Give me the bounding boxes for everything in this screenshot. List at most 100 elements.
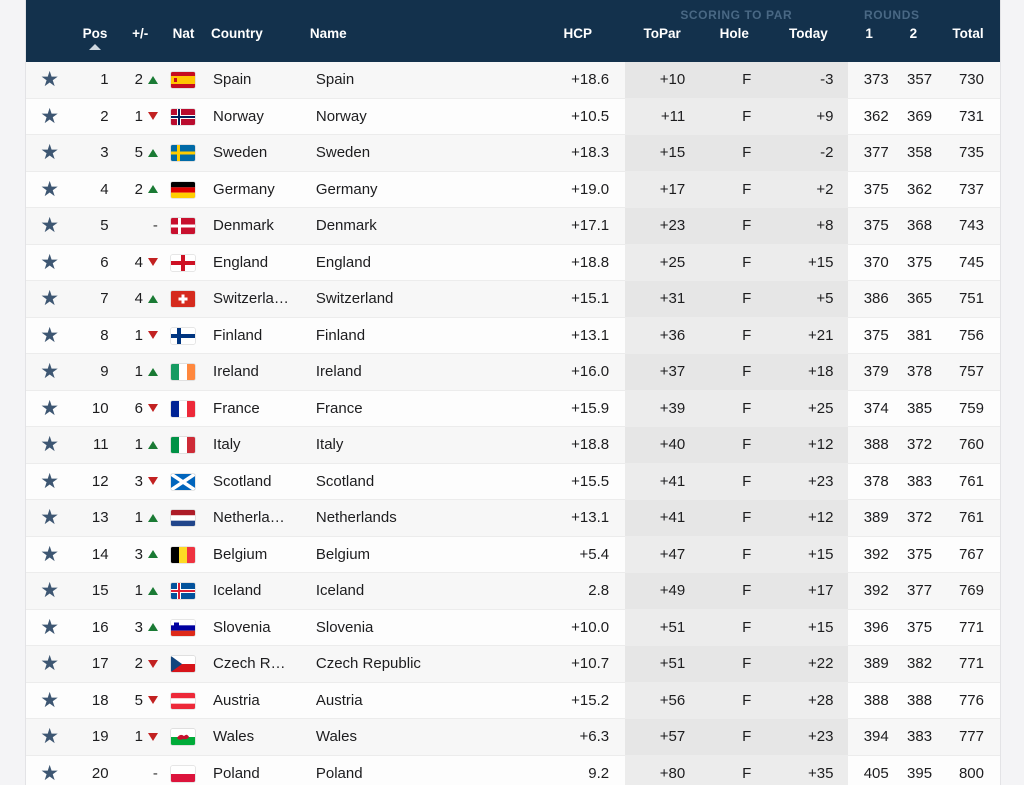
star-icon[interactable]: ★	[40, 580, 59, 601]
cell-hole: F	[699, 682, 770, 719]
favorite-star-icon[interactable]: ★	[26, 755, 74, 785]
column-header-nat[interactable]: Nat	[163, 22, 204, 62]
favorite-star-icon[interactable]: ★	[26, 280, 74, 318]
star-icon[interactable]: ★	[40, 142, 59, 163]
favorite-star-icon[interactable]: ★	[26, 390, 74, 427]
cell-round-1: 405	[847, 755, 891, 785]
table-row[interactable]: ★ 1 2 Spain Spain +18.6 +10 F -3 373 357 730	[26, 62, 1000, 99]
star-icon[interactable]: ★	[40, 252, 59, 273]
table-row[interactable]: ★ 11 1 Italy Italy +18.8 +40 F +12 388 372 760	[26, 426, 1000, 464]
favorite-star-icon[interactable]: ★	[26, 645, 74, 683]
star-icon[interactable]: ★	[40, 106, 59, 127]
cell-name: Wales	[301, 718, 531, 756]
cell-round-2: 362	[890, 171, 937, 208]
change-value: 4	[134, 253, 143, 271]
column-header-name[interactable]: Name	[301, 22, 531, 62]
table-row[interactable]: ★ 8 1 Finland Finland +13.1 +36 F +21 375 381 756	[26, 317, 1000, 354]
table-row[interactable]: ★ 3 5 Sweden Sweden +18.3 +15 F -2 377 358 735	[26, 134, 1000, 172]
cell-total: 760	[936, 426, 1000, 464]
change-indicator: 2	[135, 71, 158, 88]
cell-hole: F	[699, 536, 770, 573]
table-row[interactable]: ★ 5- Denmark Denmark +17.1 +23 F +8 375 368 743	[26, 207, 1000, 245]
star-icon[interactable]: ★	[40, 288, 59, 309]
arrow-up-icon	[147, 294, 158, 303]
favorite-star-icon[interactable]: ★	[26, 718, 74, 756]
favorite-star-icon[interactable]: ★	[26, 499, 74, 537]
column-header-topar[interactable]: ToPar	[625, 22, 700, 62]
cell-nationality	[163, 317, 204, 354]
favorite-star-icon[interactable]: ★	[26, 62, 74, 99]
star-icon[interactable]: ★	[40, 325, 59, 346]
column-header-round-2[interactable]: 2	[890, 22, 937, 62]
table-row[interactable]: ★ 19 1 Wales Wales +6.3 +57 F +23 394 383 777	[26, 718, 1000, 756]
favorite-star-icon[interactable]: ★	[26, 134, 74, 172]
star-icon[interactable]: ★	[40, 653, 59, 674]
cell-position: 14	[73, 536, 117, 573]
cell-total: 761	[936, 499, 1000, 537]
cell-hole: F	[699, 718, 770, 756]
cell-change: 1	[116, 426, 164, 464]
favorite-star-icon[interactable]: ★	[26, 572, 74, 610]
table-row[interactable]: ★ 18 5 Austria Austria +15.2 +56 F +28 388 388 776	[26, 682, 1000, 719]
table-row[interactable]: ★ 7 4 Switzerla… Switzerland +15.1 +31 F +5 386 36…	[26, 280, 1000, 318]
cell-change: 4	[116, 244, 164, 281]
favorite-star-icon[interactable]: ★	[26, 426, 74, 464]
favorite-star-icon[interactable]: ★	[26, 536, 74, 573]
column-header-pos[interactable]: Pos	[73, 22, 117, 62]
star-icon[interactable]: ★	[40, 690, 59, 711]
column-header-round-1[interactable]: 1	[847, 22, 891, 62]
cell-change: 1	[116, 572, 164, 610]
star-icon[interactable]: ★	[40, 544, 59, 565]
table-row[interactable]: ★ 2 1 Norway Norway +10.5 +11 F +9 362 369 731	[26, 98, 1000, 135]
favorite-star-icon[interactable]: ★	[26, 682, 74, 719]
column-header-total[interactable]: Total	[936, 22, 1000, 62]
table-row[interactable]: ★ 10 6 France France +15.9 +39 F +25 374 385 759	[26, 390, 1000, 427]
table-header: SCORING TO PAR ROUNDS Pos +/- Nat Countr…	[26, 0, 1000, 62]
cell-name: Denmark	[301, 207, 531, 245]
arrow-down-icon	[147, 696, 158, 705]
column-header-country[interactable]: Country	[203, 22, 302, 62]
favorite-star-icon[interactable]: ★	[26, 353, 74, 391]
table-row[interactable]: ★ 14 3 Belgium Belgium +5.4 +47 F +15 392 375 767	[26, 536, 1000, 573]
favorite-star-icon[interactable]: ★	[26, 207, 74, 245]
table-row[interactable]: ★ 4 2 Germany Germany +19.0 +17 F +2 375 362 737	[26, 171, 1000, 208]
star-icon[interactable]: ★	[40, 434, 59, 455]
table-row[interactable]: ★ 16 3 Slovenia Slovenia +10.0 +51 F +15 396 375 77…	[26, 609, 1000, 646]
star-icon[interactable]: ★	[40, 361, 59, 382]
favorite-star-icon[interactable]: ★	[26, 463, 74, 500]
cell-position: 15	[73, 572, 117, 610]
cell-total: 769	[936, 572, 1000, 610]
star-icon[interactable]: ★	[40, 726, 59, 747]
cell-topar: +40	[625, 426, 700, 464]
star-icon[interactable]: ★	[40, 763, 59, 784]
favorite-star-icon[interactable]: ★	[26, 244, 74, 281]
column-header-hole[interactable]: Hole	[699, 22, 770, 62]
cell-hcp: +10.5	[530, 98, 626, 135]
table-row[interactable]: ★ 9 1 Ireland Ireland +16.0 +37 F +18 379 378 757	[26, 353, 1000, 391]
star-icon[interactable]: ★	[40, 507, 59, 528]
star-icon[interactable]: ★	[40, 179, 59, 200]
favorite-star-icon[interactable]: ★	[26, 171, 74, 208]
column-header-star[interactable]	[26, 22, 74, 62]
favorite-star-icon[interactable]: ★	[26, 317, 74, 354]
table-row[interactable]: ★ 6 4 England England +18.8 +25 F +15 370 375 745	[26, 244, 1000, 281]
table-row[interactable]: ★ 20- Poland Poland 9.2 +80 F +35 405 395 800	[26, 755, 1000, 785]
table-row[interactable]: ★ 13 1 Netherla… Netherlands +13.1 +41 F +12 389 3…	[26, 499, 1000, 537]
star-icon[interactable]: ★	[40, 398, 59, 419]
star-icon[interactable]: ★	[40, 471, 59, 492]
favorite-star-icon[interactable]: ★	[26, 609, 74, 646]
column-header-today[interactable]: Today	[769, 22, 848, 62]
table-row[interactable]: ★ 12 3 Scotland Scotland +15.5 +41 F +23 378 383 76…	[26, 463, 1000, 500]
cell-today: +35	[769, 755, 848, 785]
column-header-change[interactable]: +/-	[116, 22, 164, 62]
favorite-star-icon[interactable]: ★	[26, 98, 74, 135]
column-header-hcp[interactable]: HCP	[530, 22, 626, 62]
change-indicator: 5	[135, 144, 158, 161]
table-row[interactable]: ★ 17 2 Czech R… Czech Republic +10.7 +51 F +22 38…	[26, 645, 1000, 683]
table-row[interactable]: ★ 15 1 Iceland Iceland 2.8 +49 F +17 392 377 769	[26, 572, 1000, 610]
change-indicator: 3	[135, 473, 158, 490]
star-icon[interactable]: ★	[40, 69, 59, 90]
star-icon[interactable]: ★	[40, 215, 59, 236]
star-icon[interactable]: ★	[40, 617, 59, 638]
change-value: 2	[134, 71, 143, 89]
